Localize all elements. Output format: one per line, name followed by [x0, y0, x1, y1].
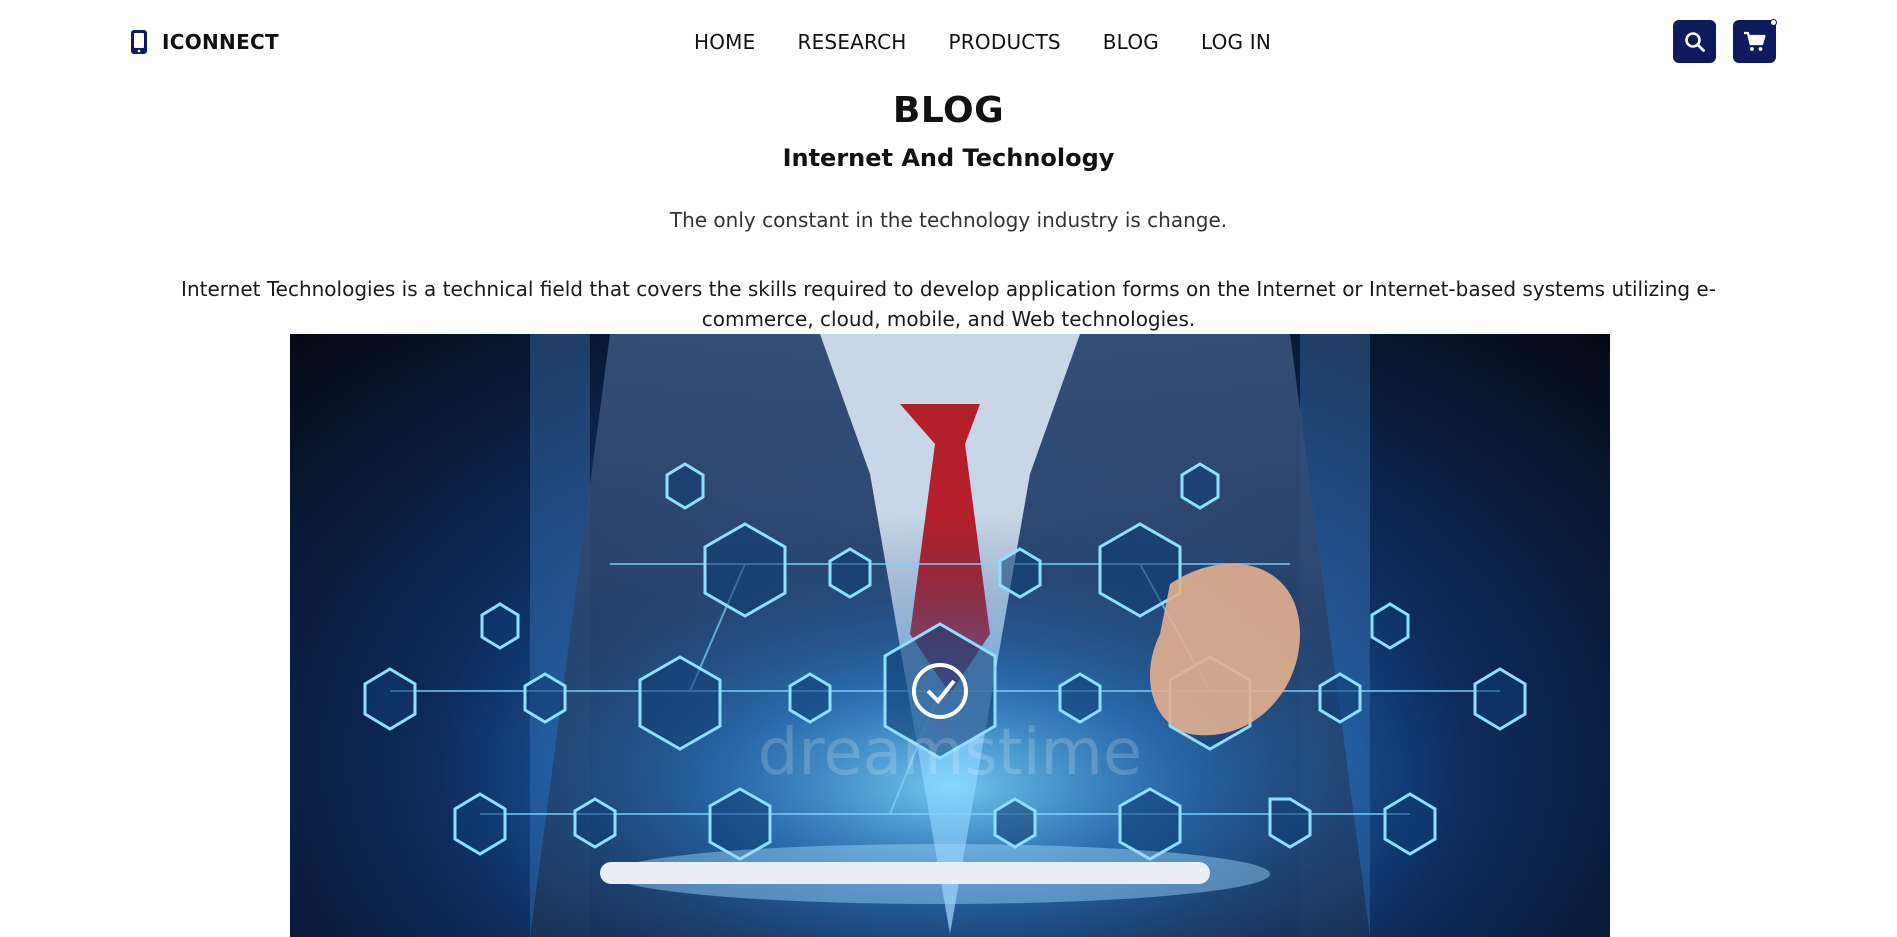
cart-icon: [1743, 31, 1766, 51]
page-title: BLOG: [892, 90, 1005, 131]
hero-image: dreamstime: [290, 334, 1610, 937]
nav-login[interactable]: LOG IN: [1201, 30, 1271, 54]
phone-icon: [130, 29, 148, 55]
site-header: ICONNECT HOME RESEARCH PRODUCTS BLOG LOG…: [0, 0, 1897, 86]
page-subtitle: Internet And Technology: [782, 144, 1115, 172]
nav-home[interactable]: HOME: [694, 30, 755, 54]
article-intro: Internet Technologies is a technical fie…: [181, 277, 1716, 331]
cart-button[interactable]: [1733, 19, 1777, 63]
brand-logo[interactable]: ICONNECT: [130, 28, 279, 56]
nav-products[interactable]: PRODUCTS: [949, 30, 1061, 54]
search-icon: [1684, 31, 1705, 52]
cart-badge: [1770, 19, 1777, 26]
main-nav: HOME RESEARCH PRODUCTS BLOG LOG IN: [694, 28, 1271, 56]
search-button[interactable]: [1673, 20, 1716, 63]
tagline: The only constant in the technology indu…: [669, 208, 1228, 232]
brand-name: ICONNECT: [162, 30, 279, 54]
hero-watermark: dreamstime: [758, 716, 1142, 790]
nav-blog[interactable]: BLOG: [1103, 30, 1159, 54]
nav-research[interactable]: RESEARCH: [797, 30, 906, 54]
